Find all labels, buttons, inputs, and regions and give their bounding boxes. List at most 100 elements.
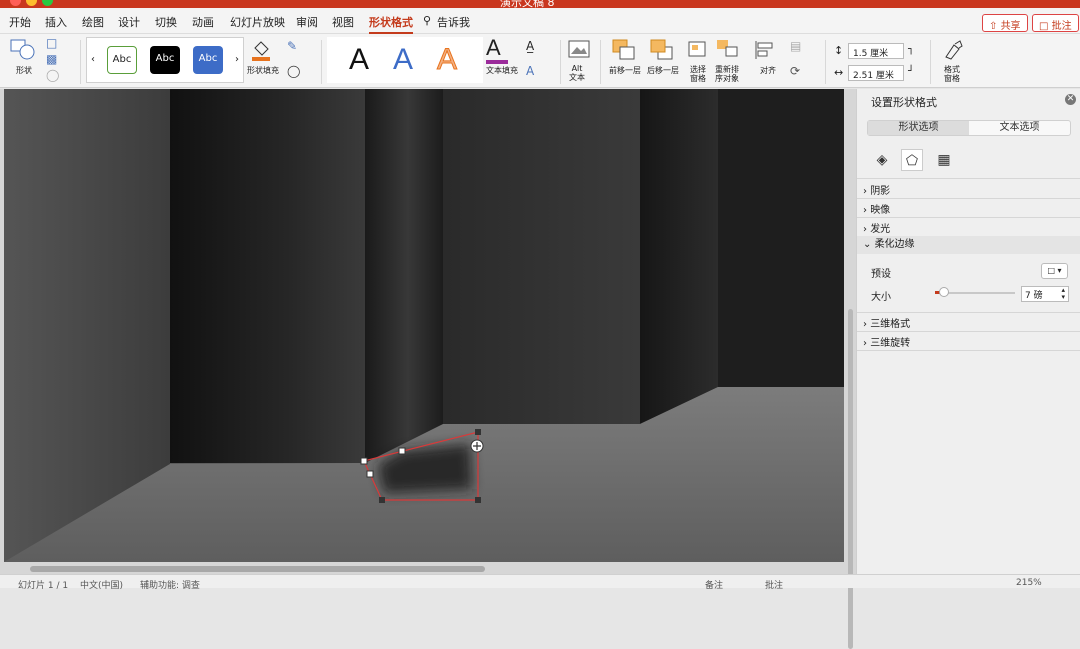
- text-outline-icon[interactable]: A̲: [526, 39, 534, 53]
- gallery-prev-icon[interactable]: ‹: [91, 54, 95, 65]
- section-3d-format[interactable]: › 三维格式: [863, 315, 910, 330]
- ribbon-separator: [825, 40, 826, 84]
- height-icon: ↕: [834, 44, 844, 57]
- rotate-icon[interactable]: ⟳: [790, 64, 800, 78]
- comment-button[interactable]: □ 批注: [1032, 14, 1079, 32]
- tab-review[interactable]: 审阅: [296, 14, 318, 30]
- edit-point-handle[interactable]: [360, 457, 368, 465]
- height-input[interactable]: 1.5 厘米: [848, 43, 904, 59]
- gallery-next-icon[interactable]: ›: [235, 54, 239, 65]
- ribbon-separator: [600, 40, 601, 84]
- tab-transitions[interactable]: 切换: [155, 14, 177, 30]
- close-icon[interactable]: ✕: [1065, 94, 1076, 105]
- shapes-icon[interactable]: [10, 39, 38, 61]
- vertical-scrollbar[interactable]: [848, 309, 853, 649]
- effects-pentagon-icon[interactable]: ⬠: [901, 149, 923, 171]
- align-icon[interactable]: [754, 40, 776, 60]
- alt-text-icon[interactable]: [567, 39, 591, 61]
- tab-text-options[interactable]: 文本选项: [969, 121, 1070, 135]
- section-glow[interactable]: › 发光: [863, 220, 890, 235]
- tab-home[interactable]: 开始: [9, 14, 31, 30]
- crop-corner-icon[interactable]: ┐: [908, 44, 914, 55]
- text-effects-icon[interactable]: A: [526, 64, 534, 78]
- selection-pane-icon[interactable]: [688, 39, 710, 61]
- section-3d-rotation[interactable]: › 三维旋转: [863, 334, 910, 349]
- window-title: 演示文稿 8: [500, 0, 555, 8]
- soft-edges-size-value: 7 磅: [1025, 291, 1043, 301]
- horizontal-scrollbar[interactable]: [30, 566, 485, 572]
- language-status[interactable]: 中文(中国): [80, 578, 123, 591]
- tab-shape-options[interactable]: 形状选项: [868, 121, 969, 135]
- reorder-objects-label: 重新排 序对象: [715, 65, 739, 83]
- style-sample-outline[interactable]: Abc: [107, 46, 137, 74]
- paint-bucket-icon[interactable]: [250, 38, 272, 62]
- text-box-icon[interactable]: ▩: [46, 52, 57, 66]
- format-pane-icon[interactable]: [942, 39, 964, 61]
- edit-point-handle[interactable]: [475, 497, 481, 503]
- bring-forward-icon[interactable]: [612, 39, 636, 61]
- preset-label: 预设: [871, 269, 891, 280]
- crop-corner-icon[interactable]: ┘: [908, 66, 914, 77]
- size-properties-icon[interactable]: ▦: [933, 149, 955, 171]
- zoom-level[interactable]: 215%: [1016, 578, 1042, 588]
- comments-button[interactable]: 批注: [765, 578, 783, 591]
- text-fill-icon[interactable]: A: [486, 35, 501, 61]
- preset-dropdown[interactable]: □ ▾: [1041, 263, 1068, 279]
- tab-insert[interactable]: 插入: [45, 14, 67, 30]
- width-value: 2.51 厘米: [853, 71, 894, 81]
- merge-shapes-icon[interactable]: ◯: [46, 68, 59, 82]
- tab-shape-format[interactable]: 形状格式: [369, 14, 413, 34]
- accessibility-status[interactable]: 辅助功能: 调查: [140, 578, 200, 591]
- section-shadow[interactable]: › 阴影: [863, 182, 890, 197]
- shape-outline-icon[interactable]: ✎: [287, 39, 297, 53]
- shape-effects-icon[interactable]: ◯: [287, 64, 300, 78]
- tab-draw[interactable]: 绘图: [82, 14, 104, 30]
- bring-forward-label: 前移一层: [609, 66, 641, 75]
- edit-point-handle[interactable]: [398, 447, 406, 455]
- ribbon-separator: [930, 40, 931, 84]
- wordart-sample-blue[interactable]: A: [393, 43, 413, 77]
- alt-text-label: Alt 文本: [569, 64, 585, 82]
- preset-shape-icon: □: [1047, 266, 1055, 275]
- edit-point-handle[interactable]: [475, 429, 481, 435]
- pane-divider: [857, 350, 1080, 351]
- tab-view[interactable]: 视图: [332, 14, 354, 30]
- edit-point-handle[interactable]: [366, 470, 374, 478]
- tab-animations[interactable]: 动画: [192, 14, 214, 30]
- section-reflection-label: 映像: [870, 205, 891, 216]
- group-icon[interactable]: ▤: [790, 39, 801, 53]
- soft-edges-slider-thumb[interactable]: [939, 287, 949, 297]
- share-icon: ⇧: [989, 21, 1001, 32]
- align-label: 对齐: [760, 66, 776, 75]
- tab-slideshow[interactable]: 幻灯片放映: [230, 14, 285, 30]
- ribbon-separator: [80, 40, 81, 84]
- send-backward-icon[interactable]: [650, 39, 674, 61]
- wordart-sample-orange[interactable]: A: [436, 43, 457, 77]
- stepper-icon[interactable]: ▴ ▾: [1061, 287, 1065, 301]
- edit-point-handle[interactable]: [379, 497, 385, 503]
- comment-label: 批注: [1051, 21, 1072, 32]
- close-window-icon[interactable]: [10, 0, 21, 6]
- width-input[interactable]: 2.51 厘米: [848, 65, 904, 81]
- minimize-window-icon[interactable]: [26, 0, 37, 6]
- maximize-window-icon[interactable]: [42, 0, 53, 6]
- reorder-objects-icon[interactable]: [716, 39, 740, 61]
- shape-fill-label: 形状填充: [247, 66, 279, 75]
- soft-edges-size-input[interactable]: 7 磅 ▴ ▾: [1021, 286, 1069, 302]
- wordart-sample-black[interactable]: A: [349, 43, 369, 77]
- wall-panel: [365, 89, 443, 463]
- fill-line-icon[interactable]: ◈: [871, 149, 893, 171]
- menu-bar: 开始 插入 绘图 设计 切换 动画 幻灯片放映 审阅 视图 形状格式 ⚲ 告诉我…: [0, 8, 1080, 34]
- edit-shape-icon[interactable]: □: [46, 36, 57, 50]
- style-sample-black[interactable]: Abc: [150, 46, 180, 74]
- ribbon-separator: [560, 40, 561, 84]
- section-soft-edges[interactable]: ⌄ 柔化边缘: [857, 236, 1080, 254]
- tell-me-search[interactable]: 告诉我: [437, 14, 470, 30]
- pane-title: 设置形状格式: [871, 96, 937, 109]
- section-reflection[interactable]: › 映像: [863, 201, 890, 216]
- slide-canvas[interactable]: [0, 89, 856, 574]
- style-sample-blue[interactable]: Abc: [193, 46, 223, 74]
- share-button[interactable]: ⇧ 共享: [982, 14, 1028, 32]
- tab-design[interactable]: 设计: [118, 14, 140, 30]
- notes-button[interactable]: 备注: [705, 578, 723, 591]
